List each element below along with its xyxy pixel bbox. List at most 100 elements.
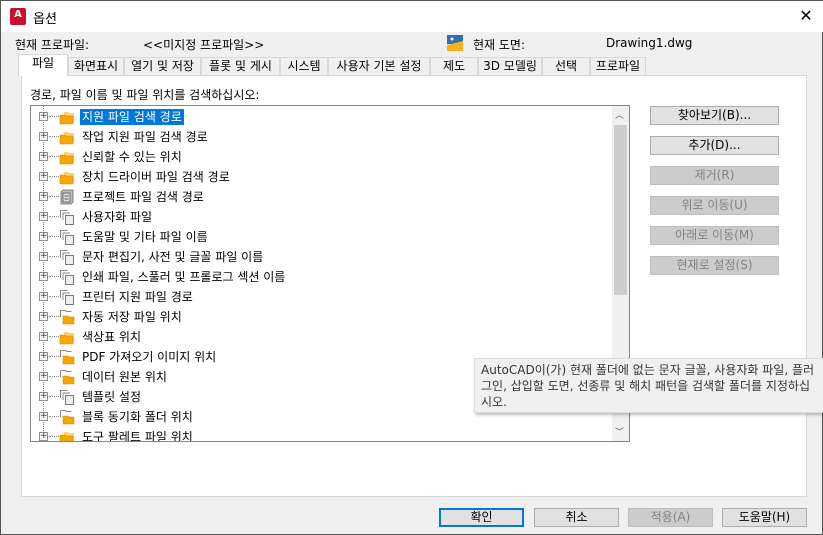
tab-9[interactable]: 프로파일 (590, 57, 646, 76)
files-icon (59, 389, 75, 405)
tree-item[interactable]: + 자동 저장 파일 위치 (31, 307, 611, 327)
tree-item[interactable]: + 문자 편집기, 사전 및 글꼴 파일 이름 (31, 247, 611, 267)
expand-icon[interactable]: + (39, 292, 48, 301)
tree-label: 경로, 파일 이름 및 파일 위치를 검색하십시오: (30, 88, 260, 102)
tab-2[interactable]: 열기 및 저장 (124, 57, 201, 76)
tree-item-label: 블록 동기화 폴더 위치 (82, 410, 193, 424)
tree-item[interactable]: + 도구 팔레트 파일 위치 (31, 427, 611, 442)
current-drawing-value: Drawing1.dwg (606, 36, 693, 50)
scrollbar-thumb[interactable] (614, 125, 627, 295)
folder-outline-icon (59, 369, 75, 385)
tree-item[interactable]: + 장치 드라이버 파일 검색 경로 (31, 167, 611, 187)
title-bar (1, 1, 823, 32)
files-icon (59, 289, 75, 305)
tree-connector (49, 356, 59, 357)
expand-icon[interactable]: + (39, 112, 48, 121)
close-icon[interactable]: ✕ (796, 6, 816, 25)
expand-icon[interactable]: + (39, 412, 48, 421)
expand-icon[interactable]: + (39, 172, 48, 181)
tree-item[interactable]: + 인쇄 파일, 스풀러 및 프롤로그 섹션 이름 (31, 267, 611, 287)
tree-item-label: 문자 편집기, 사전 및 글꼴 파일 이름 (82, 250, 264, 264)
project-icon (59, 189, 75, 205)
expand-icon[interactable]: + (39, 192, 48, 201)
side-button-1[interactable]: 추가(D)... (650, 136, 779, 155)
tree-item-label: 작업 지원 파일 검색 경로 (82, 130, 208, 144)
expand-icon[interactable]: + (39, 152, 48, 161)
expand-icon[interactable]: + (39, 352, 48, 361)
help-button[interactable]: 도움말(H) (722, 508, 807, 527)
tree-item-label: 도움말 및 기타 파일 이름 (82, 230, 208, 244)
tree-item[interactable]: + 색상표 위치 (31, 327, 611, 347)
tab-8[interactable]: 선택 (542, 57, 590, 76)
expand-icon[interactable]: + (39, 332, 48, 341)
folder-icon (59, 129, 75, 145)
scroll-up-icon[interactable]: ︿ (615, 108, 624, 121)
tab-6[interactable]: 제도 (430, 57, 478, 76)
tab-7[interactable]: 3D 모델링 (478, 57, 542, 76)
folder-icon (59, 429, 75, 441)
expand-icon[interactable]: + (39, 432, 48, 441)
tree-item-label: 인쇄 파일, 스풀러 및 프롤로그 섹션 이름 (82, 270, 286, 284)
current-drawing-label: 현재 도면: (473, 38, 526, 52)
tree-connector (49, 336, 59, 337)
folder-outline-icon (59, 409, 75, 425)
tree-item[interactable]: + 지원 파일 검색 경로 (31, 107, 611, 127)
folder-icon (59, 169, 75, 185)
folder-icon (59, 109, 75, 125)
tree-item-label: PDF 가져오기 이미지 위치 (82, 350, 217, 364)
expand-icon[interactable]: + (39, 212, 48, 221)
tree-item[interactable]: + 신뢰할 수 있는 위치 (31, 147, 611, 167)
tree-connector (49, 156, 59, 157)
tree-item[interactable]: + 프린터 지원 파일 경로 (31, 287, 611, 307)
window-title: 옵션 (33, 12, 57, 27)
tree-connector (49, 276, 59, 277)
tree-item-label: 도구 팔레트 파일 위치 (82, 430, 193, 442)
tab-5[interactable]: 사용자 기본 설정 (328, 57, 430, 76)
expand-icon[interactable]: + (39, 272, 48, 281)
side-button-0[interactable]: 찾아보기(B)... (650, 106, 779, 125)
current-profile-value: <<미지정 프로파일>> (143, 38, 265, 52)
tab-1[interactable]: 화면표시 (68, 57, 124, 76)
tree-connector (49, 236, 59, 237)
apply-button[interactable]: 적용(A) (628, 508, 713, 527)
files-icon (59, 209, 75, 225)
expand-icon[interactable]: + (39, 252, 48, 261)
tree-item-label: 색상표 위치 (82, 330, 142, 344)
tab-3[interactable]: 플롯 및 게시 (201, 57, 280, 76)
expand-icon[interactable]: + (39, 132, 48, 141)
tree-item-label: 사용자화 파일 (82, 210, 153, 224)
side-button-4[interactable]: 아래로 이동(M) (650, 226, 779, 245)
ok-button[interactable]: 확인 (439, 508, 524, 527)
expand-icon[interactable]: + (39, 372, 48, 381)
expand-icon[interactable]: + (39, 312, 48, 321)
expand-icon[interactable]: + (39, 392, 48, 401)
tooltip: AutoCAD이(가) 현재 폴더에 없는 문자 글꼴, 사용자화 파일, 플러… (474, 358, 823, 413)
tab-4[interactable]: 시스템 (280, 57, 328, 76)
expand-icon[interactable]: + (39, 232, 48, 241)
tree-connector (49, 416, 59, 417)
tree-connector (49, 196, 59, 197)
tree-item[interactable]: + 사용자화 파일 (31, 207, 611, 227)
tree-item-label: 템플릿 설정 (82, 390, 142, 404)
tree-connector (49, 216, 59, 217)
tree-item-label: 지원 파일 검색 경로 (80, 109, 184, 125)
scroll-down-icon[interactable]: ﹀ (615, 425, 624, 438)
tree-connector (49, 396, 59, 397)
tree-item-label: 프린터 지원 파일 경로 (82, 290, 193, 304)
side-button-5[interactable]: 현재로 설정(S) (650, 256, 779, 275)
tree-item-label: 신뢰할 수 있는 위치 (82, 150, 182, 164)
tree-connector (49, 116, 59, 117)
folder-icon (59, 329, 75, 345)
side-button-2[interactable]: 제거(R) (650, 166, 779, 185)
tab-0[interactable]: 파일 (18, 54, 68, 76)
tree-connector (49, 176, 59, 177)
tree-item[interactable]: + 작업 지원 파일 검색 경로 (31, 127, 611, 147)
tree-item-label: 자동 저장 파일 위치 (82, 310, 182, 324)
tree-item[interactable]: + 프로젝트 파일 검색 경로 (31, 187, 611, 207)
tree-item[interactable]: + 도움말 및 기타 파일 이름 (31, 227, 611, 247)
cancel-button[interactable]: 취소 (534, 508, 619, 527)
files-icon (59, 249, 75, 265)
side-button-3[interactable]: 위로 이동(U) (650, 196, 779, 215)
folder-icon (59, 149, 75, 165)
tree-connector (49, 136, 59, 137)
